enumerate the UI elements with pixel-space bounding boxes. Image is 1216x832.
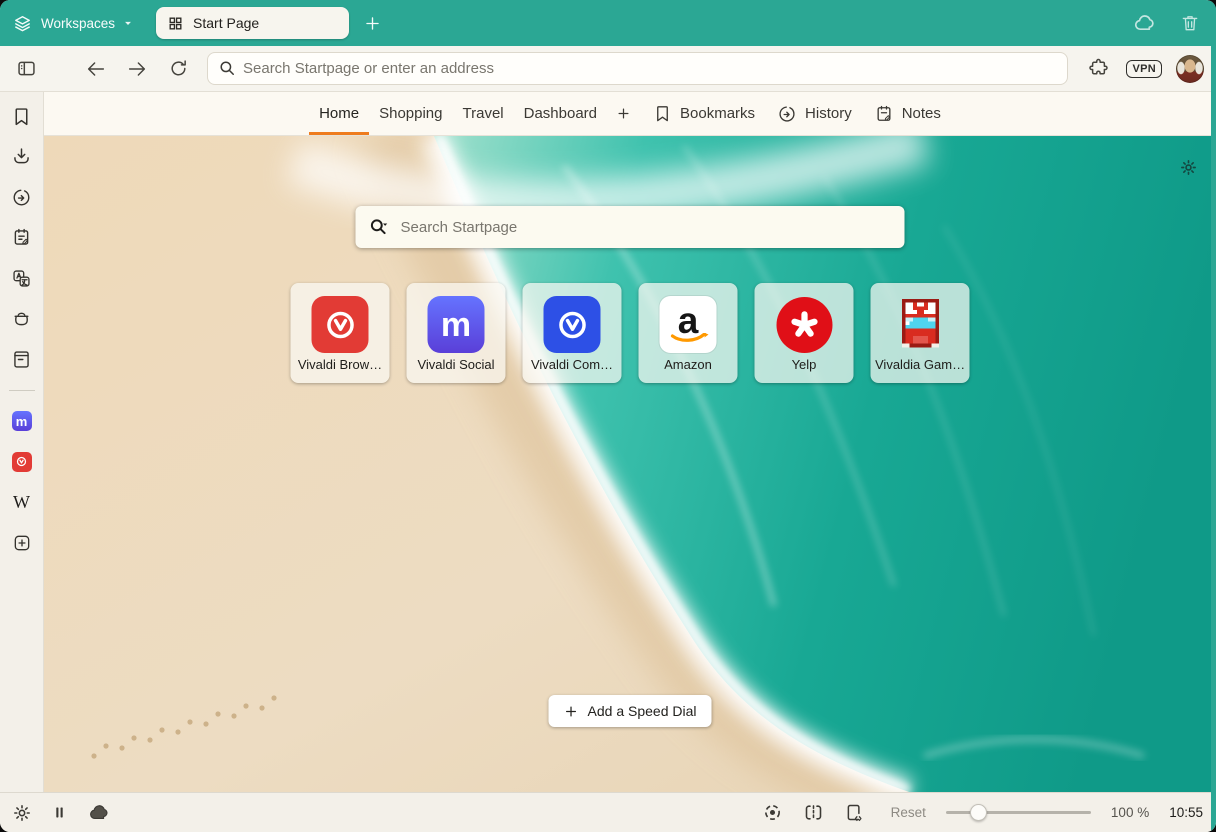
clock: 10:55 xyxy=(1169,805,1203,820)
forward-button[interactable] xyxy=(123,55,151,83)
capture-page-icon[interactable] xyxy=(762,802,783,823)
zoom-slider[interactable] xyxy=(946,804,1091,821)
start-page-navigation: Home Shopping Travel Dashboard Bookmarks… xyxy=(44,92,1216,136)
notes-icon xyxy=(874,104,894,124)
page-column: Home Shopping Travel Dashboard Bookmarks… xyxy=(44,92,1216,792)
mastodon-icon: m xyxy=(12,411,32,431)
mastodon-tile-icon: m xyxy=(428,296,485,353)
wikipedia-icon: W xyxy=(13,493,30,511)
plus-icon xyxy=(564,704,579,719)
zoom-level-value: 100 % xyxy=(1111,805,1149,820)
tab-title: Start Page xyxy=(193,15,259,31)
sync-status-cloud-icon[interactable] xyxy=(87,801,110,824)
tab-home[interactable]: Home xyxy=(309,92,369,135)
sidebar-webpanel-wikipedia[interactable]: W xyxy=(10,490,34,514)
bookmarks-label: Bookmarks xyxy=(680,105,755,122)
sidebar-item-bookmarks[interactable] xyxy=(10,104,34,128)
tab-dashboard[interactable]: Dashboard xyxy=(514,92,607,135)
panel-rail: m W xyxy=(0,92,44,792)
history-label: History xyxy=(805,105,852,122)
sidebar-item-notes[interactable] xyxy=(10,226,34,250)
vpn-badge[interactable]: VPN xyxy=(1126,60,1162,78)
sidebar-add-web-panel-button[interactable] xyxy=(10,531,34,555)
tab-travel[interactable]: Travel xyxy=(453,92,514,135)
zoom-slider-track[interactable] xyxy=(946,811,1091,815)
notes-label: Notes xyxy=(902,105,941,122)
speed-dial-vivaldi-community[interactable]: Vivaldi Com… xyxy=(523,283,622,383)
vivaldia-pixel-icon xyxy=(892,296,949,353)
status-bar: Reset 100 % 10:55 xyxy=(0,792,1216,832)
sidebar-item-history[interactable] xyxy=(10,185,34,209)
speed-dial-grid-icon xyxy=(167,15,184,32)
back-button[interactable] xyxy=(82,55,110,83)
reload-button[interactable] xyxy=(164,55,192,83)
speed-dial-yelp[interactable]: Yelp xyxy=(755,283,854,383)
bookmark-icon xyxy=(653,104,672,123)
amazon-icon: a xyxy=(660,296,717,353)
bookmarks-button[interactable]: Bookmarks xyxy=(643,104,765,123)
search-icon xyxy=(218,59,236,77)
sync-cloud-icon[interactable] xyxy=(1132,11,1156,35)
sidebar-webpanel-mastodon[interactable]: m xyxy=(10,409,34,433)
zoom-reset-button[interactable]: Reset xyxy=(891,805,926,820)
window-accent-edge xyxy=(1211,0,1216,832)
add-speed-dial-label: Add a Speed Dial xyxy=(588,703,697,719)
address-toolbar: VPN xyxy=(0,46,1216,92)
search-engine-icon[interactable] xyxy=(369,217,390,238)
history-icon xyxy=(777,104,797,124)
sidebar-item-sessions[interactable] xyxy=(10,307,34,331)
settings-gear-icon[interactable] xyxy=(12,803,32,823)
tab-start-page[interactable]: Start Page xyxy=(156,7,349,39)
address-bar[interactable] xyxy=(207,52,1068,85)
speed-dial-grid: Vivaldi Brow… m Vivaldi Social Vivaldi C… xyxy=(291,283,970,383)
browser-window: Workspaces Start Page xyxy=(0,0,1216,832)
zoom-slider-knob[interactable] xyxy=(970,804,987,821)
add-group-button[interactable] xyxy=(616,106,631,121)
sidebar-item-translate[interactable] xyxy=(10,266,34,290)
workspaces-label[interactable]: Workspaces xyxy=(41,16,115,31)
sidebar-item-reading-list[interactable] xyxy=(10,347,34,371)
tab-shopping[interactable]: Shopping xyxy=(369,92,452,135)
sidebar-webpanel-vivaldi[interactable] xyxy=(10,450,34,474)
notes-button[interactable]: Notes xyxy=(864,104,951,124)
speed-dial-vivaldi-browser[interactable]: Vivaldi Brow… xyxy=(291,283,390,383)
sidebar-divider xyxy=(9,390,35,391)
startpage-search-box[interactable] xyxy=(356,206,905,248)
chevron-down-icon[interactable] xyxy=(121,16,135,30)
startpage-search-input[interactable] xyxy=(401,219,892,236)
vivaldi-red-icon xyxy=(312,296,369,353)
start-page-settings-gear-icon[interactable] xyxy=(1179,158,1198,177)
speed-dial-vivaldia-game[interactable]: Vivaldia Gam… xyxy=(871,283,970,383)
trash-icon[interactable] xyxy=(1180,13,1200,33)
profile-avatar[interactable] xyxy=(1176,55,1204,83)
vivaldi-icon xyxy=(12,452,32,472)
extensions-puzzle-icon[interactable] xyxy=(1084,55,1112,83)
pause-animations-icon[interactable] xyxy=(51,804,68,821)
workspaces-layers-icon[interactable] xyxy=(13,14,32,33)
title-tab-bar: Workspaces Start Page xyxy=(0,0,1216,46)
panel-toggle-button[interactable] xyxy=(12,55,40,83)
start-page-content: Vivaldi Brow… m Vivaldi Social Vivaldi C… xyxy=(44,136,1216,792)
new-tab-button[interactable] xyxy=(363,14,382,33)
sidebar-item-downloads[interactable] xyxy=(10,145,34,169)
vivaldi-blue-icon xyxy=(544,296,601,353)
speed-dial-amazon[interactable]: a Amazon xyxy=(639,283,738,383)
main-row: m W Home Shopping Travel Dashboard xyxy=(0,92,1216,792)
add-speed-dial-button[interactable]: Add a Speed Dial xyxy=(549,695,712,727)
page-actions-icon[interactable] xyxy=(844,802,865,823)
yelp-icon xyxy=(776,297,832,353)
speed-dial-vivaldi-social[interactable]: m Vivaldi Social xyxy=(407,283,506,383)
history-button[interactable]: History xyxy=(767,104,862,124)
address-input[interactable] xyxy=(207,52,1068,85)
tiling-icon[interactable] xyxy=(803,802,824,823)
